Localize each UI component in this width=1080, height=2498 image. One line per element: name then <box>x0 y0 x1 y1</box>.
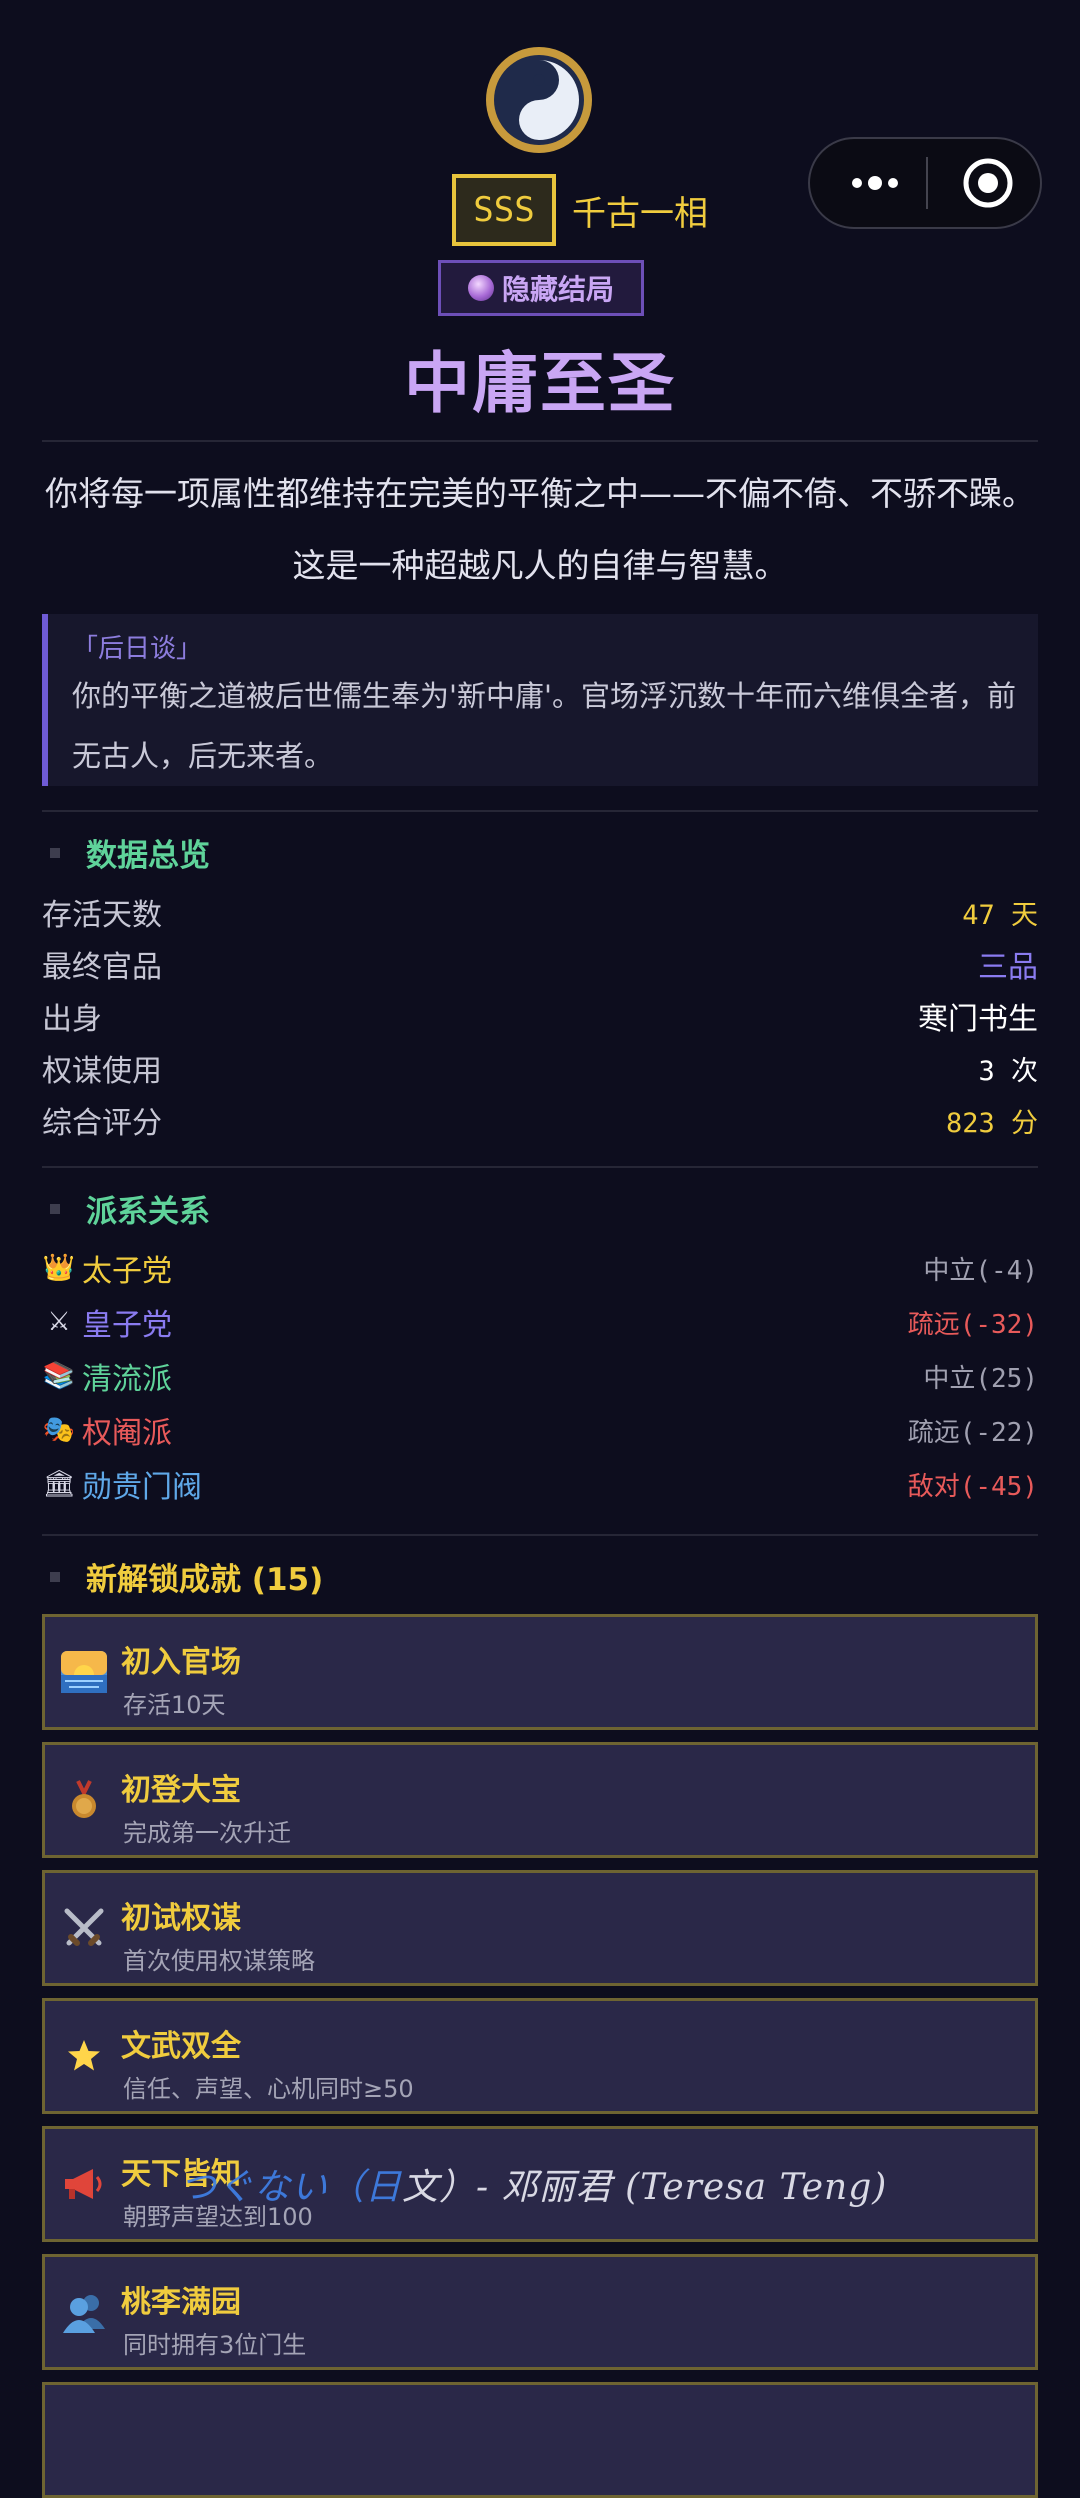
achievement-card[interactable]: 初入官场 存活10天 <box>42 1614 1038 1730</box>
bullet-square-icon <box>50 1203 60 1214</box>
faction-name: 权阉派 <box>82 1416 172 1451</box>
faction-name: 皇子党 <box>82 1308 172 1343</box>
achievement-card[interactable]: 初登大宝 完成第一次升迁 <box>42 1742 1038 1858</box>
stat-value: 823 分 <box>945 1107 1038 1139</box>
lyric-highlight: つぐない（日 <box>180 2167 403 2208</box>
crossed-swords-icon <box>64 1908 104 1946</box>
bullet-square-icon <box>50 1571 60 1582</box>
ending-title: 中庸至圣 <box>404 345 676 422</box>
stat-row: 最终官品 三品 <box>42 942 1038 986</box>
music-lyric-overlay: つぐない（日文）- 邓丽君 (Teresa Teng) <box>180 2158 887 2210</box>
stat-row: 存活天数 47 天 <box>42 890 1038 934</box>
faction-name: 勋贵门阀 <box>82 1470 202 1505</box>
rank-title: 千古一相 <box>572 193 708 234</box>
faction-row: 👑 太子党 中立(-4) <box>42 1246 1038 1290</box>
divider <box>42 1534 1038 1536</box>
achievement-title: 初入官场 <box>121 1645 241 1680</box>
faction-status: 敌对(-45) <box>907 1471 1038 1502</box>
divider <box>42 1166 1038 1168</box>
section-factions-header: 派系关系 <box>50 1186 210 1231</box>
bullet-square-icon <box>50 847 60 858</box>
achievement-title: 初登大宝 <box>121 1773 241 1808</box>
stat-row: 综合评分 823 分 <box>42 1098 1038 1142</box>
faction-row: 🏛 勋贵门阀 敌对(-45) <box>42 1462 1038 1506</box>
stat-row: 出身 寒门书生 <box>42 994 1038 1038</box>
stat-value: 47 天 <box>962 899 1038 931</box>
ending-description: 你将每一项属性都维持在完美的平衡之中——不偏不倚、不骄不躁。这是一种超越凡人的自… <box>45 474 1035 585</box>
stat-label: 存活天数 <box>42 898 162 933</box>
star-icon <box>68 2040 100 2071</box>
faction-status: 疏远(-22) <box>907 1417 1038 1448</box>
stat-label: 综合评分 <box>42 1106 162 1141</box>
section-title: 新解锁成就 (15) <box>86 1562 324 1598</box>
crown-icon: 👑 <box>42 1253 76 1283</box>
crossed-swords-icon: ⚔ <box>47 1307 71 1337</box>
sunrise-icon <box>61 1651 107 1693</box>
faction-name: 太子党 <box>82 1254 172 1289</box>
stat-label: 最终官品 <box>42 950 162 985</box>
achievement-title: 初试权谋 <box>121 1901 241 1936</box>
epilogue-label: 「后日谈」 <box>72 634 203 664</box>
faction-status: 疏远(-32) <box>907 1309 1038 1340</box>
section-title: 数据总览 <box>86 838 210 874</box>
people-icon <box>63 2295 105 2333</box>
achievement-desc: 存活10天 <box>123 1691 226 1719</box>
lyric-rest: 文）- 邓丽君 (Teresa Teng) <box>402 2167 888 2208</box>
books-icon: 📚 <box>42 1361 76 1391</box>
epilogue-text: 你的平衡之道被后世儒生奉为'新中庸'。官场浮沉数十年而六维俱全者，前无古人，后无… <box>72 679 1016 773</box>
section-title: 派系关系 <box>86 1194 210 1230</box>
divider <box>42 440 1038 442</box>
stat-label: 出身 <box>42 1002 102 1037</box>
theater-masks-icon: 🎭 <box>42 1415 76 1445</box>
stat-value: 三品 <box>978 950 1038 985</box>
ending-type-badge: 隐藏结局 <box>438 260 644 316</box>
achievement-card[interactable] <box>42 2382 1038 2498</box>
megaphone-icon <box>65 2169 102 2199</box>
divider <box>42 810 1038 812</box>
ending-avatar-icon <box>486 47 592 153</box>
rank-row: SSS 千古一相 <box>0 174 1080 246</box>
faction-row: ⚔ 皇子党 疏远(-32) <box>42 1300 1038 1344</box>
stat-value: 寒门书生 <box>918 1002 1038 1037</box>
achievement-desc: 同时拥有3位门生 <box>123 2331 307 2359</box>
crystal-ball-icon <box>467 275 494 301</box>
faction-row: 📚 清流派 中立(25) <box>42 1354 1038 1398</box>
stat-label: 权谋使用 <box>42 1054 162 1089</box>
achievement-card[interactable]: 初试权谋 首次使用权谋策略 <box>42 1870 1038 1986</box>
faction-name: 清流派 <box>82 1362 172 1397</box>
faction-status: 中立(25) <box>923 1363 1038 1394</box>
classical-building-icon: 🏛 <box>42 1469 76 1499</box>
stat-row: 权谋使用 3 次 <box>42 1046 1038 1090</box>
ending-type-label: 隐藏结局 <box>501 273 614 306</box>
achievement-desc: 信任、声望、心机同时≥50 <box>123 2075 414 2103</box>
achievement-desc: 完成第一次升迁 <box>123 1819 291 1847</box>
rank-grade-badge: SSS <box>452 174 556 246</box>
faction-row: 🎭 权阉派 疏远(-22) <box>42 1408 1038 1452</box>
achievement-title: 桃李满园 <box>121 2285 241 2320</box>
section-achievements-header: 新解锁成就 (15) <box>50 1554 323 1599</box>
section-overview-header: 数据总览 <box>50 830 210 875</box>
achievement-desc: 首次使用权谋策略 <box>123 1947 315 1975</box>
epilogue-box: 「后日谈」 你的平衡之道被后世儒生奉为'新中庸'。官场浮沉数十年而六维俱全者，前… <box>42 614 1038 786</box>
medal-icon <box>72 1780 96 1818</box>
achievement-card[interactable]: 文武双全 信任、声望、心机同时≥50 <box>42 1998 1038 2114</box>
faction-status: 中立(-4) <box>923 1255 1038 1286</box>
achievement-card[interactable]: 桃李满园 同时拥有3位门生 <box>42 2254 1038 2370</box>
achievement-title: 文武双全 <box>121 2029 241 2064</box>
stat-value: 3 次 <box>978 1055 1038 1087</box>
